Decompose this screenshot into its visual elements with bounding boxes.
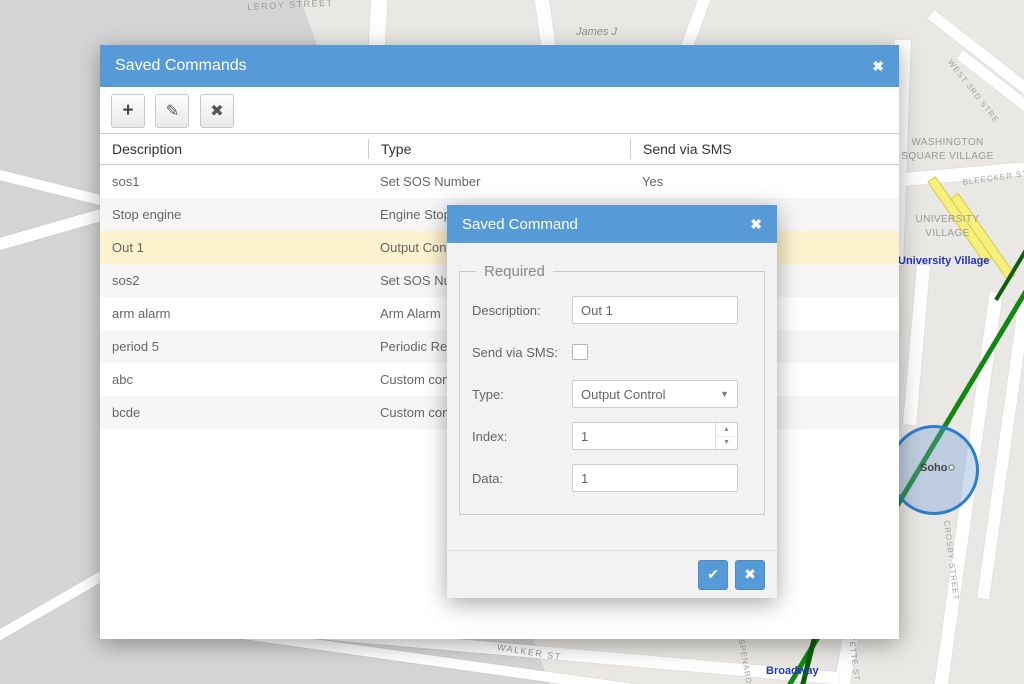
close-icon[interactable]: ✖ bbox=[750, 216, 762, 233]
map-label: LEROY STREET bbox=[247, 0, 334, 12]
description-label: Description: bbox=[472, 303, 572, 318]
column-header-description: Description bbox=[100, 139, 368, 159]
spinner-down-icon[interactable]: ▼ bbox=[716, 436, 737, 450]
fieldset-legend: Required bbox=[476, 263, 553, 280]
close-icon[interactable]: ✖ bbox=[872, 58, 884, 75]
modal-header[interactable]: Saved Command ✖ bbox=[447, 205, 777, 243]
check-icon: ✔ bbox=[707, 566, 719, 583]
modal-footer: ✔ ✖ bbox=[447, 550, 777, 598]
cell-description: period 5 bbox=[100, 339, 368, 354]
cell-description: abc bbox=[100, 372, 368, 387]
map-label: WASHINGTON SQUARE VILLAGE bbox=[900, 136, 995, 163]
sms-field-row: Send via SMS: bbox=[472, 338, 752, 366]
map-label: James J bbox=[576, 26, 617, 38]
cancel-button[interactable]: ✖ bbox=[735, 560, 765, 590]
map-label: CROSBY STREET bbox=[942, 520, 961, 601]
dialog-title: Saved Commands bbox=[115, 57, 872, 75]
sms-checkbox[interactable] bbox=[572, 344, 588, 360]
type-select-value: Output Control bbox=[581, 387, 666, 402]
toolbar: + ✎ ✖ bbox=[100, 87, 899, 133]
cell-description: bcde bbox=[100, 405, 368, 420]
map-label: Broadway bbox=[766, 665, 819, 677]
confirm-button[interactable]: ✔ bbox=[698, 560, 728, 590]
cell-sms: Yes bbox=[630, 174, 899, 189]
index-stepper[interactable]: ▲ ▼ bbox=[572, 422, 738, 450]
dialog-header[interactable]: Saved Commands ✖ bbox=[100, 45, 899, 87]
type-select[interactable]: Output Control ▼ bbox=[572, 380, 738, 408]
data-field-row: Data: bbox=[472, 464, 752, 492]
map-label: WALKER ST bbox=[496, 642, 562, 662]
description-input[interactable] bbox=[572, 296, 738, 324]
column-header-sms: Send via SMS bbox=[630, 139, 899, 159]
description-field-row: Description: bbox=[472, 296, 752, 324]
edit-command-button[interactable]: ✎ bbox=[155, 94, 189, 128]
data-label: Data: bbox=[472, 471, 572, 486]
index-input[interactable] bbox=[573, 423, 715, 449]
required-fieldset: Required Description: Send via SMS: Type… bbox=[459, 263, 765, 515]
cell-description: sos1 bbox=[100, 174, 368, 189]
cell-type: Set SOS Number bbox=[368, 174, 630, 189]
table-row[interactable]: sos1 Set SOS Number Yes bbox=[100, 165, 899, 198]
table-header: Description Type Send via SMS bbox=[100, 133, 899, 165]
x-icon: ✖ bbox=[744, 566, 756, 583]
map-label: Soho bbox=[920, 462, 948, 474]
map-label: WEST 3RD STRE bbox=[946, 58, 1001, 125]
add-command-button[interactable]: + bbox=[111, 94, 145, 128]
cell-description: sos2 bbox=[100, 273, 368, 288]
index-field-row: Index: ▲ ▼ bbox=[472, 422, 752, 450]
sms-label: Send via SMS: bbox=[472, 345, 572, 360]
modal-title: Saved Command bbox=[462, 216, 750, 233]
index-label: Index: bbox=[472, 429, 572, 444]
cell-description: Stop engine bbox=[100, 207, 368, 222]
saved-command-modal: Saved Command ✖ Required Description: Se… bbox=[447, 205, 777, 598]
map-label: UNIVERSITY VILLAGE bbox=[900, 213, 995, 240]
type-field-row: Type: Output Control ▼ bbox=[472, 380, 752, 408]
type-label: Type: bbox=[472, 387, 572, 402]
delete-command-button[interactable]: ✖ bbox=[200, 94, 234, 128]
cell-description: Out 1 bbox=[100, 240, 368, 255]
chevron-down-icon: ▼ bbox=[720, 389, 729, 399]
map-label: BLEECKER STR bbox=[962, 168, 1024, 187]
spinner-up-icon[interactable]: ▲ bbox=[716, 423, 737, 436]
column-header-type: Type bbox=[368, 139, 630, 159]
cell-description: arm alarm bbox=[100, 306, 368, 321]
stepper-arrows: ▲ ▼ bbox=[715, 423, 737, 449]
map-label: University Village bbox=[898, 255, 990, 267]
data-input[interactable] bbox=[572, 464, 738, 492]
